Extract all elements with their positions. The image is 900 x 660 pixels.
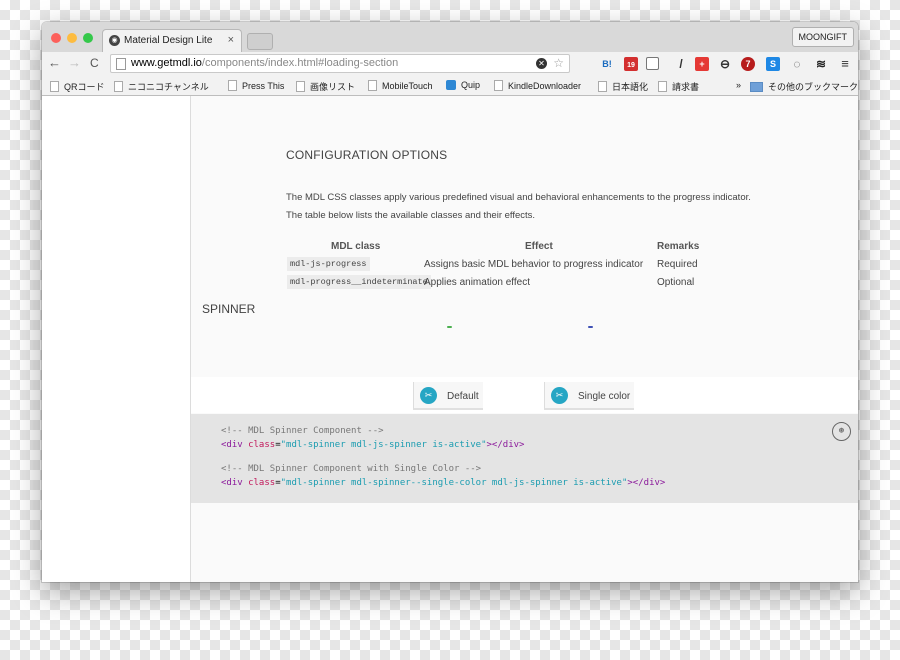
table-header-remarks: Remarks bbox=[657, 241, 700, 252]
page-icon bbox=[598, 81, 607, 92]
bookmarks-bar: QRコード ニコニコチャンネル Press This 画像リスト MobileT… bbox=[42, 76, 858, 96]
red-cross-icon[interactable]: + bbox=[695, 57, 709, 71]
folder-icon bbox=[750, 82, 763, 92]
page-viewport: CONFIGURATION OPTIONS The MDL CSS classe… bbox=[42, 96, 858, 582]
bookmark-item[interactable]: MobileTouch bbox=[368, 80, 433, 91]
spinner-heading: SPINNER bbox=[202, 302, 256, 316]
tab-close-icon[interactable]: × bbox=[228, 34, 234, 46]
page-icon bbox=[658, 81, 667, 92]
demo-tabs: ✂ Default ✂ Single color bbox=[191, 377, 858, 413]
tab-material-design-lite[interactable]: ◉ Material Design Lite × bbox=[102, 29, 242, 52]
page-icon bbox=[228, 80, 237, 91]
ublock-icon[interactable]: 7 bbox=[741, 57, 755, 71]
page-icon bbox=[116, 58, 126, 70]
table-cell-remarks: Optional bbox=[657, 277, 695, 288]
stop-icon[interactable]: ✕ bbox=[536, 58, 547, 69]
bookmark-star-icon[interactable]: ☆ bbox=[553, 55, 564, 72]
table-cell-effect: Applies animation effect bbox=[424, 277, 530, 288]
niconico-icon bbox=[114, 81, 123, 92]
pocket-badge-icon[interactable]: 19 bbox=[624, 57, 638, 71]
copy-code-icon[interactable]: ⊛ bbox=[832, 422, 851, 441]
code-line: <div class="mdl-spinner mdl-spinner--sin… bbox=[221, 478, 666, 488]
table-header-class: MDL class bbox=[331, 241, 381, 252]
spinner-default bbox=[447, 326, 452, 328]
reload-icon[interactable]: C bbox=[90, 56, 99, 70]
tab-single-color[interactable]: ✂ Single color bbox=[544, 382, 634, 410]
code-snippet: <!-- MDL Spinner Component --> <div clas… bbox=[191, 414, 858, 503]
table-header-effect: Effect bbox=[525, 241, 553, 252]
toolbar: ← → C www.getmdl.io/components/index.htm… bbox=[42, 52, 858, 76]
quip-icon bbox=[446, 80, 456, 90]
bookmark-item[interactable]: 画像リスト bbox=[296, 80, 355, 93]
hatena-bookmark-icon[interactable]: B! bbox=[600, 57, 614, 71]
buffer-icon[interactable]: ≋ bbox=[814, 57, 828, 71]
new-tab-button[interactable] bbox=[247, 33, 273, 50]
bookmark-item[interactable]: KindleDownloader bbox=[494, 80, 581, 91]
back-arrow-icon[interactable]: ← bbox=[48, 55, 61, 70]
address-bar[interactable]: www.getmdl.io/components/index.html#load… bbox=[110, 54, 570, 73]
sync-icon[interactable]: ◌ bbox=[790, 57, 804, 71]
bookmark-item[interactable]: 請求書 bbox=[658, 80, 699, 93]
forward-arrow-icon[interactable]: → bbox=[68, 55, 81, 70]
window-close-button[interactable] bbox=[51, 33, 61, 43]
bookmark-item[interactable]: ニコニコチャンネル bbox=[114, 80, 209, 93]
main-content: CONFIGURATION OPTIONS The MDL CSS classe… bbox=[191, 96, 858, 582]
url-text: www.getmdl.io/components/index.html#load… bbox=[131, 57, 399, 69]
window-minimize-button[interactable] bbox=[67, 33, 77, 43]
bookmark-item[interactable]: Press This bbox=[228, 80, 284, 91]
mdl-favicon-icon: ◉ bbox=[109, 35, 120, 46]
code-comment: <!-- MDL Spinner Component --> bbox=[221, 426, 384, 436]
window-maximize-button[interactable] bbox=[83, 33, 93, 43]
page-icon bbox=[296, 81, 305, 92]
bookmark-item[interactable]: Quip bbox=[446, 80, 480, 90]
tab-bar: ◉ Material Design Lite × MOONGIFT bbox=[42, 22, 858, 52]
other-bookmarks-folder[interactable]: その他のブックマーク bbox=[750, 80, 858, 93]
profile-button[interactable]: MOONGIFT bbox=[791, 27, 854, 47]
bookmark-item[interactable]: QRコード bbox=[50, 80, 105, 93]
page-icon bbox=[50, 81, 59, 92]
left-navigation bbox=[42, 96, 191, 582]
table-cell-remarks: Required bbox=[657, 259, 698, 270]
bookmark-item[interactable]: 日本語化 bbox=[598, 80, 648, 93]
code-line: <div class="mdl-spinner mdl-js-spinner i… bbox=[221, 440, 525, 450]
table-cell-class: mdl-js-progress bbox=[287, 257, 370, 271]
browser-window: ◉ Material Design Lite × MOONGIFT ← → C … bbox=[42, 22, 858, 582]
bookmarks-overflow-button[interactable]: » bbox=[736, 80, 741, 90]
table-cell-class: mdl-progress__indeterminate bbox=[287, 275, 431, 289]
page-icon bbox=[368, 80, 377, 91]
description-paragraph: The MDL CSS classes apply various predef… bbox=[286, 192, 751, 203]
page-icon bbox=[494, 80, 503, 91]
layers-icon[interactable] bbox=[646, 57, 659, 70]
code-comment: <!-- MDL Spinner Component with Single C… bbox=[221, 464, 482, 474]
spinner-single-color bbox=[588, 326, 593, 328]
code-icon: ✂ bbox=[551, 387, 568, 404]
tab-title: Material Design Lite bbox=[124, 35, 213, 46]
menu-icon[interactable]: ≡ bbox=[838, 57, 852, 71]
refresh-icon[interactable]: ⊖ bbox=[718, 57, 732, 71]
code-icon: ✂ bbox=[420, 387, 437, 404]
table-cell-effect: Assigns basic MDL behavior to progress i… bbox=[424, 259, 644, 270]
configuration-options-heading: CONFIGURATION OPTIONS bbox=[286, 148, 448, 162]
eyedropper-icon[interactable]: / bbox=[674, 57, 688, 71]
tab-default[interactable]: ✂ Default bbox=[413, 382, 483, 410]
s-icon[interactable]: S bbox=[766, 57, 780, 71]
description-paragraph: The table below lists the available clas… bbox=[286, 210, 536, 221]
